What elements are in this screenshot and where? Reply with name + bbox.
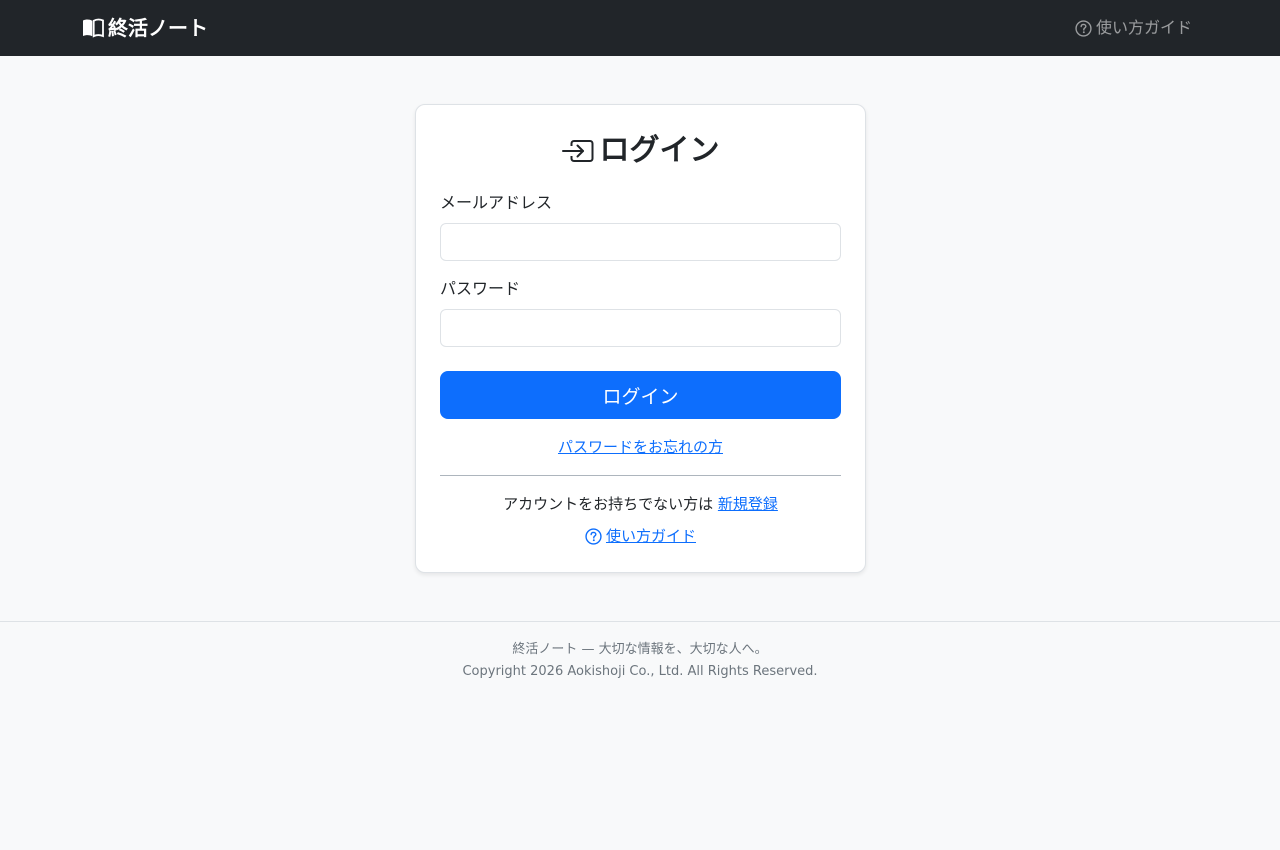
question-circle-icon	[1075, 19, 1092, 37]
signup-prompt: アカウントをお持ちでない方は	[503, 495, 714, 513]
card-guide-row: 使い方ガイド	[416, 526, 865, 546]
nav-guide-link[interactable]: 使い方ガイド	[1075, 17, 1192, 39]
forgot-password-link[interactable]: パスワードをお忘れの方	[558, 438, 723, 456]
email-label: メールアドレス	[440, 193, 553, 212]
login-card: ログイン メールアドレス パスワード ログイン パスワードをお忘れの方 アカウン…	[415, 104, 866, 573]
card-guide-link[interactable]: 使い方ガイド	[606, 526, 696, 546]
divider	[440, 475, 841, 476]
email-field[interactable]	[440, 223, 841, 261]
password-label: パスワード	[440, 279, 521, 298]
login-title: ログイン	[416, 131, 865, 171]
book-icon	[83, 18, 104, 38]
box-arrow-in-right-icon	[561, 140, 593, 162]
brand-link[interactable]: 終活ノート	[82, 16, 208, 40]
footer-tagline: 終活ノート — 大切な情報を、大切な人へ。	[512, 642, 768, 657]
brand-name: 終活ノート	[108, 16, 208, 40]
question-circle-icon	[585, 527, 602, 545]
top-navbar: 終活ノート 使い方ガイド	[0, 0, 1280, 56]
nav-guide-label: 使い方ガイド	[1095, 18, 1192, 37]
signup-link[interactable]: 新規登録	[718, 495, 778, 513]
login-button[interactable]: ログイン	[440, 371, 841, 419]
page-footer: 終活ノート — 大切な情報を、大切な人へ。 Copyright 2026 Aok…	[0, 621, 1280, 683]
signup-row: アカウントをお持ちでない方は 新規登録	[416, 494, 865, 514]
footer-copyright: Copyright 2026 Aokishoji Co., Ltd. All R…	[462, 664, 818, 679]
forgot-password-row: パスワードをお忘れの方	[416, 437, 865, 457]
login-title-text: ログイン	[599, 133, 720, 168]
password-field[interactable]	[440, 309, 841, 347]
